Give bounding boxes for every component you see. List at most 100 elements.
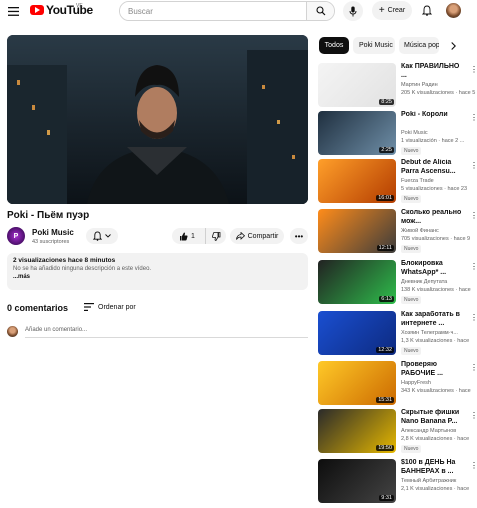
recommendation-channel[interactable]: Александр Мартынов bbox=[401, 428, 473, 434]
chip-all[interactable]: Todos bbox=[319, 37, 349, 54]
recommendation-channel[interactable]: HappyFresh bbox=[401, 380, 473, 386]
recommendation-meta: 2,8 K visualizaciones · hace bbox=[401, 436, 470, 442]
search-icon bbox=[315, 6, 325, 16]
chip-pop-music[interactable]: Música pop bbox=[399, 37, 439, 54]
menu-icon[interactable] bbox=[6, 4, 20, 18]
recommendation-thumbnail[interactable]: 6:13 bbox=[318, 260, 396, 304]
new-badge: Nuevo bbox=[401, 195, 422, 203]
recommendation-channel[interactable]: Poki Music bbox=[401, 130, 473, 136]
recommendation-item[interactable]: 15:31 Проверяю РАБОЧИЕ ... HappyFresh 343 K… bbox=[318, 361, 477, 410]
voice-search-button[interactable] bbox=[343, 1, 363, 21]
recommendation-thumbnail[interactable]: 15:31 bbox=[318, 361, 396, 405]
sort-icon bbox=[84, 303, 94, 311]
new-badge: Nuevo bbox=[401, 245, 422, 253]
views-and-date: 2 visualizaciones hace 8 minutos bbox=[13, 257, 116, 264]
bell-icon bbox=[421, 5, 432, 16]
more-vertical-icon[interactable]: ⋮ bbox=[470, 161, 477, 170]
recommendation-thumbnail[interactable]: 8:25 bbox=[318, 63, 396, 107]
recommendation-item[interactable]: 2:25 Poki - Короли Poki Music 1 visualizaci… bbox=[318, 111, 477, 160]
chevron-down-icon bbox=[105, 234, 111, 238]
add-comment-input[interactable]: Añade un comentario... bbox=[25, 327, 87, 333]
new-badge: Nuevo bbox=[401, 347, 422, 355]
recommendation-thumbnail[interactable]: 2:25 bbox=[318, 111, 396, 155]
search-input[interactable] bbox=[120, 2, 306, 20]
recommendation-item[interactable]: 9:31 $100 в ДЕНЬ На БАННЕРАХ в ... Темный … bbox=[318, 459, 477, 508]
more-vertical-icon[interactable]: ⋮ bbox=[470, 211, 477, 220]
more-vertical-icon[interactable]: ⋮ bbox=[470, 411, 477, 420]
recommendation-title[interactable]: $100 в ДЕНЬ На БАННЕРАХ в ... bbox=[401, 459, 467, 476]
video-player[interactable] bbox=[7, 35, 308, 204]
search-bar bbox=[119, 1, 335, 21]
notifications-button[interactable] bbox=[419, 3, 434, 18]
sort-label: Ordenar por bbox=[98, 303, 136, 311]
recommendation-thumbnail[interactable]: 16:01 bbox=[318, 159, 396, 203]
search-button[interactable] bbox=[306, 2, 334, 20]
channel-avatar[interactable]: P bbox=[7, 227, 25, 245]
thumbs-down-icon bbox=[211, 231, 220, 241]
recommendation-meta: 1 visualización · hace 2 ... bbox=[401, 138, 465, 144]
like-count: 1 bbox=[191, 232, 195, 240]
recommendation-item[interactable]: 12:32 Как заработать в интернете ... Хозяи… bbox=[318, 311, 477, 360]
more-vertical-icon[interactable]: ⋮ bbox=[470, 65, 477, 74]
recommendation-thumbnail[interactable]: 9:31 bbox=[318, 459, 396, 503]
duration-badge: 12:11 bbox=[376, 245, 394, 251]
sort-comments-button[interactable]: Ordenar por bbox=[84, 303, 136, 311]
recommendation-thumbnail[interactable]: 19:50 bbox=[318, 409, 396, 453]
share-button[interactable]: Compartir bbox=[230, 228, 284, 244]
bell-icon bbox=[93, 231, 102, 241]
dislike-button[interactable] bbox=[206, 228, 226, 244]
recommendation-item[interactable]: 12:11 Сколько реально мож... Живой Финанс 7… bbox=[318, 209, 477, 258]
logo-country: VE bbox=[76, 3, 83, 9]
youtube-logo[interactable]: YouTube VE bbox=[28, 0, 93, 20]
recommendation-item[interactable]: 6:13 Блокировка WhatsApp* ... Дневник Депу… bbox=[318, 260, 477, 309]
logo-text: YouTube bbox=[46, 3, 93, 17]
share-label: Compartir bbox=[247, 232, 279, 240]
recommendation-title[interactable]: Сколько реально мож... bbox=[401, 209, 467, 226]
recommendation-thumbnail[interactable]: 12:32 bbox=[318, 311, 396, 355]
recommendation-title[interactable]: Проверяю РАБОЧИЕ ... bbox=[401, 361, 467, 378]
recommendation-channel[interactable]: Хозяин Телеграмм·ч... bbox=[401, 330, 473, 336]
duration-badge: 15:31 bbox=[376, 397, 394, 403]
recommendation-title[interactable]: Как заработать в интернете ... bbox=[401, 311, 467, 328]
recommendation-meta: 1,3 K visualizaciones · hace bbox=[401, 338, 470, 344]
more-actions-button[interactable]: ••• bbox=[290, 228, 308, 244]
recommendation-title[interactable]: Блокировка WhatsApp* ... bbox=[401, 260, 467, 277]
new-badge: Nuevo bbox=[401, 147, 422, 155]
recommendation-channel[interactable]: Темный Арбитражник bbox=[401, 478, 473, 484]
recommendation-thumbnail[interactable]: 12:11 bbox=[318, 209, 396, 253]
more-vertical-icon[interactable]: ⋮ bbox=[470, 262, 477, 271]
new-badge: Nuevo bbox=[401, 445, 422, 453]
recommendation-meta: 2,1 K visualizaciones · hace bbox=[401, 486, 470, 492]
more-vertical-icon[interactable]: ⋮ bbox=[470, 461, 477, 470]
recommendation-item[interactable]: 8:25 Как ПРАВИЛЬНО ... Мартин Радин 205 K v… bbox=[318, 63, 477, 112]
description-box[interactable]: 2 visualizaciones hace 8 minutos No se h… bbox=[7, 253, 308, 290]
description-text: No se ha añadido ninguna descripción a e… bbox=[13, 266, 152, 272]
recommendation-channel[interactable]: Дневник Депутата bbox=[401, 279, 473, 285]
microphone-icon bbox=[349, 6, 357, 16]
more-vertical-icon[interactable]: ⋮ bbox=[470, 113, 477, 122]
more-vertical-icon[interactable]: ⋮ bbox=[470, 313, 477, 322]
recommendation-title[interactable]: Как ПРАВИЛЬНО ... bbox=[401, 63, 467, 80]
like-button[interactable]: 1 bbox=[172, 228, 206, 244]
recommendation-channel[interactable]: Fuerza Trade bbox=[401, 178, 473, 184]
recommendation-channel[interactable]: Живой Финанс bbox=[401, 228, 473, 234]
video-title: Poki - Пьём пуэр bbox=[7, 210, 90, 221]
recommendation-title[interactable]: Debut de Alicia Parra Ascensu... bbox=[401, 159, 467, 176]
video-frame bbox=[7, 35, 308, 204]
recommendation-title[interactable]: Poki - Короли bbox=[401, 111, 467, 120]
show-more-link[interactable]: ...más bbox=[13, 274, 302, 280]
recommendation-item[interactable]: 16:01 Debut de Alicia Parra Ascensu... Fue… bbox=[318, 159, 477, 208]
duration-badge: 9:31 bbox=[379, 495, 394, 501]
recommendation-channel[interactable]: Мартин Радин bbox=[401, 82, 473, 88]
channel-name[interactable]: Poki Music bbox=[32, 228, 74, 237]
subscription-bell-button[interactable] bbox=[86, 228, 118, 244]
account-avatar[interactable] bbox=[446, 3, 461, 18]
recommendation-meta: 705 visualizaciones · hace 9 bbox=[401, 236, 471, 242]
recommendation-title[interactable]: Скрытые фишки Nano Banana P... bbox=[401, 409, 467, 426]
recommendation-item[interactable]: 19:50 Скрытые фишки Nano Banana P... Алекс… bbox=[318, 409, 477, 458]
chip-poki-music[interactable]: Poki Music bbox=[353, 37, 395, 54]
chips-next-button[interactable] bbox=[443, 37, 463, 54]
create-button[interactable]: + Crear bbox=[372, 1, 412, 20]
plus-icon: + bbox=[378, 4, 385, 16]
more-vertical-icon[interactable]: ⋮ bbox=[470, 363, 477, 372]
